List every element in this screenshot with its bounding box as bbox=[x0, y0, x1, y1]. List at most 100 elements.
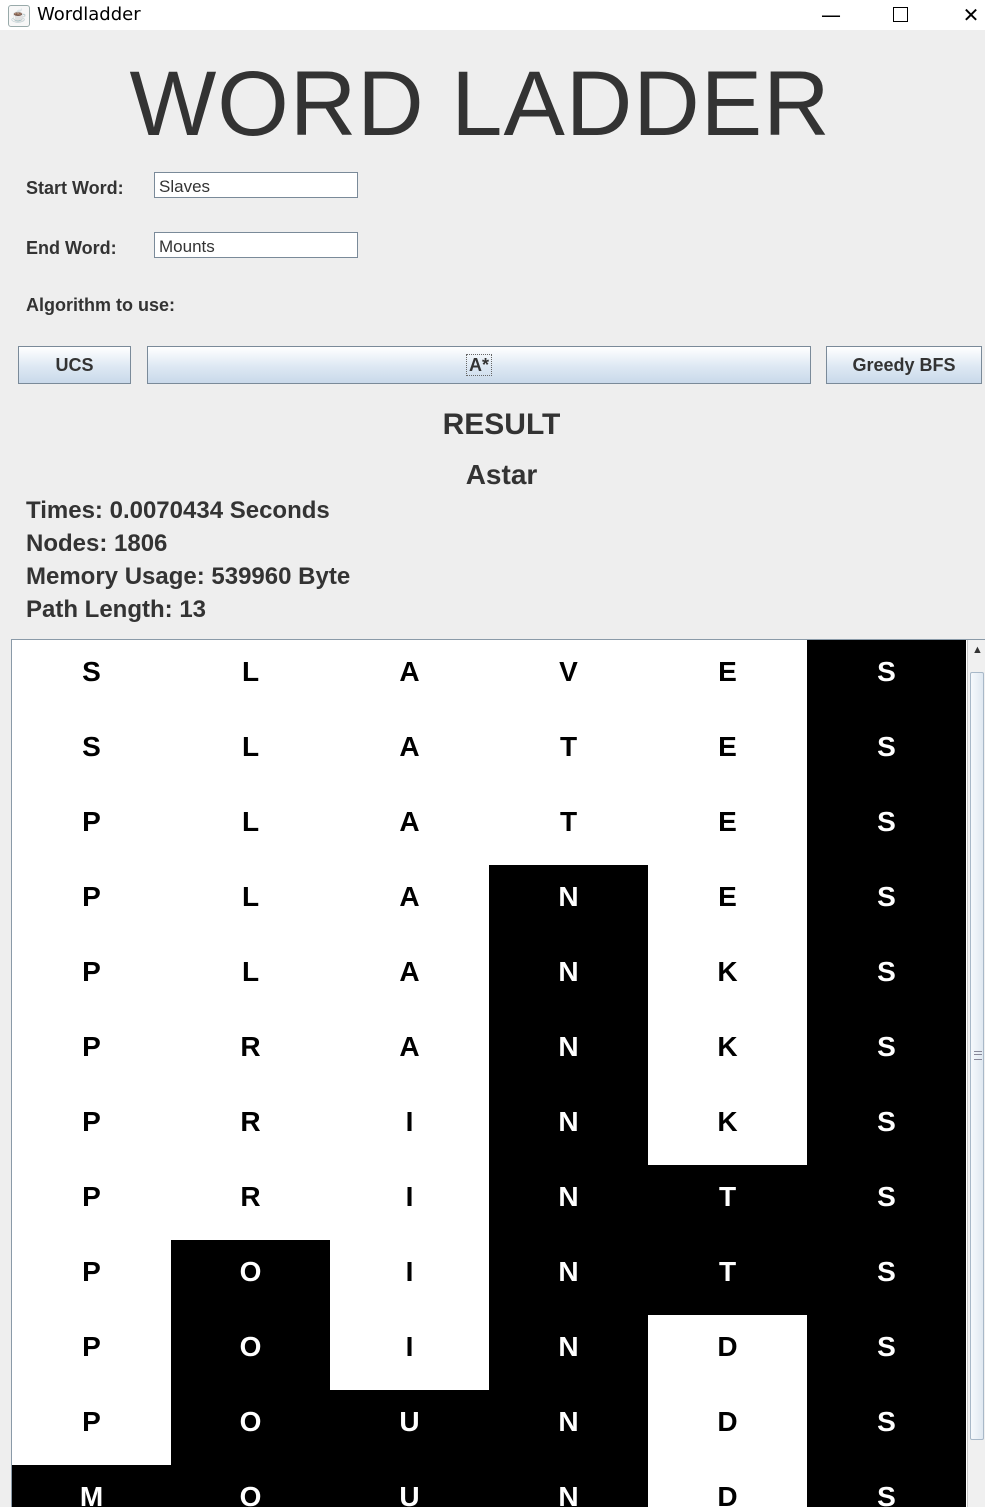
ladder-row: SLATES bbox=[12, 715, 967, 790]
ladder-cell: S bbox=[807, 1090, 966, 1165]
ladder-cell: N bbox=[489, 1315, 648, 1390]
ladder-cell: O bbox=[171, 1315, 330, 1390]
ladder-cell: P bbox=[12, 790, 171, 865]
ladder-cell: K bbox=[648, 1090, 807, 1165]
ladder-cell: I bbox=[330, 1165, 489, 1240]
ladder-scroll-pane[interactable]: SLAVESSLATESPLATESPLANESPLANKSPRANKSPRIN… bbox=[11, 639, 985, 1507]
ladder-cell: T bbox=[648, 1165, 807, 1240]
ladder-cell: R bbox=[171, 1165, 330, 1240]
astar-button-label: A* bbox=[465, 354, 492, 376]
ladder-cell: O bbox=[171, 1390, 330, 1465]
ladder-cell: L bbox=[171, 790, 330, 865]
greedy-bfs-button[interactable]: Greedy BFS bbox=[826, 346, 982, 384]
ladder-row: POINDS bbox=[12, 1315, 967, 1390]
ladder-cell: S bbox=[807, 1015, 966, 1090]
ladder-cell: S bbox=[807, 1165, 966, 1240]
ladder-cell: N bbox=[489, 1390, 648, 1465]
ladder-cell: A bbox=[330, 790, 489, 865]
ladder-cell: L bbox=[171, 865, 330, 940]
end-word-label: End Word: bbox=[26, 238, 117, 258]
algorithm-label: Algorithm to use: bbox=[26, 295, 175, 315]
ladder-cell: S bbox=[807, 1465, 966, 1507]
ladder-cell: R bbox=[171, 1015, 330, 1090]
ladder-cell: E bbox=[648, 865, 807, 940]
ladder-cell: P bbox=[12, 1090, 171, 1165]
ladder-cell: I bbox=[330, 1315, 489, 1390]
ladder-row: POINTS bbox=[12, 1240, 967, 1315]
ladder-cell: P bbox=[12, 1240, 171, 1315]
stat-path-length: Path Length: 13 bbox=[26, 596, 207, 623]
ladder-cell: A bbox=[330, 865, 489, 940]
start-word-input[interactable]: Slaves bbox=[154, 172, 358, 198]
page-title: WORD LADDER bbox=[129, 53, 831, 155]
ladder-cell: I bbox=[330, 1240, 489, 1315]
ladder-row: PRANKS bbox=[12, 1015, 967, 1090]
ladder-cell: V bbox=[489, 640, 648, 715]
ladder-cell: S bbox=[807, 940, 966, 1015]
stat-memory: Memory Usage: 539960 Byte bbox=[26, 563, 351, 590]
ladder-cell: I bbox=[330, 1090, 489, 1165]
scrollbar-thumb[interactable] bbox=[970, 672, 984, 1440]
ladder-cell: S bbox=[12, 640, 171, 715]
window-titlebar: ☕ Wordladder — ✕ bbox=[0, 0, 985, 30]
ladder-cell: L bbox=[171, 940, 330, 1015]
maximize-button[interactable] bbox=[877, 0, 923, 30]
minimize-button[interactable]: — bbox=[808, 0, 854, 30]
ladder-cell: S bbox=[807, 865, 966, 940]
ladder-cell: D bbox=[648, 1465, 807, 1507]
ladder-cell: D bbox=[648, 1315, 807, 1390]
close-button[interactable]: ✕ bbox=[948, 0, 985, 30]
ladder-cell: T bbox=[648, 1240, 807, 1315]
ladder-cell: N bbox=[489, 1465, 648, 1507]
ladder-cell: P bbox=[12, 865, 171, 940]
end-word-input[interactable]: Mounts bbox=[154, 232, 358, 258]
ladder-cell: O bbox=[171, 1465, 330, 1507]
ladder-cell: K bbox=[648, 940, 807, 1015]
ladder-cell: K bbox=[648, 1015, 807, 1090]
ladder-cell: N bbox=[489, 1090, 648, 1165]
ladder-cell: L bbox=[171, 640, 330, 715]
astar-button[interactable]: A* bbox=[147, 346, 811, 384]
ladder-row: POUNDS bbox=[12, 1390, 967, 1465]
ladder-cell: A bbox=[330, 640, 489, 715]
ladder-cell: M bbox=[12, 1465, 171, 1507]
ladder-cell: R bbox=[171, 1090, 330, 1165]
ladder-cell: E bbox=[648, 790, 807, 865]
ladder-grid: SLAVESSLATESPLATESPLANESPLANKSPRANKSPRIN… bbox=[12, 640, 967, 1507]
ladder-cell: N bbox=[489, 1165, 648, 1240]
ladder-cell: E bbox=[648, 715, 807, 790]
scroll-up-arrow-icon[interactable]: ▲ bbox=[971, 643, 984, 657]
ladder-cell: P bbox=[12, 1315, 171, 1390]
ucs-button[interactable]: UCS bbox=[18, 346, 131, 384]
ladder-cell: S bbox=[807, 640, 966, 715]
result-heading: RESULT bbox=[442, 408, 561, 441]
grip-icon bbox=[974, 1051, 982, 1060]
ladder-cell: S bbox=[807, 1240, 966, 1315]
ladder-cell: A bbox=[330, 940, 489, 1015]
ladder-cell: U bbox=[330, 1390, 489, 1465]
ladder-cell: T bbox=[489, 715, 648, 790]
ladder-cell: A bbox=[330, 715, 489, 790]
java-cup-icon: ☕ bbox=[8, 5, 30, 27]
ladder-row: PRINKS bbox=[12, 1090, 967, 1165]
window-title: Wordladder bbox=[37, 4, 141, 25]
ladder-cell: N bbox=[489, 1240, 648, 1315]
vertical-scrollbar[interactable]: ▲ bbox=[967, 640, 985, 1507]
ladder-cell: N bbox=[489, 940, 648, 1015]
maximize-icon bbox=[892, 7, 908, 22]
ladder-cell: P bbox=[12, 1015, 171, 1090]
ladder-cell: L bbox=[171, 715, 330, 790]
ladder-row: PLANKS bbox=[12, 940, 967, 1015]
ladder-cell: U bbox=[330, 1465, 489, 1507]
ladder-row: MOUNDS bbox=[12, 1465, 967, 1507]
ladder-cell: S bbox=[12, 715, 171, 790]
ladder-cell: S bbox=[807, 790, 966, 865]
ladder-row: PLANES bbox=[12, 865, 967, 940]
ladder-cell: D bbox=[648, 1390, 807, 1465]
ladder-row: SLAVES bbox=[12, 640, 967, 715]
ladder-cell: S bbox=[807, 1390, 966, 1465]
result-algorithm: Astar bbox=[465, 459, 538, 490]
ladder-row: PLATES bbox=[12, 790, 967, 865]
start-word-label: Start Word: bbox=[26, 178, 124, 198]
ladder-row: PRINTS bbox=[12, 1165, 967, 1240]
